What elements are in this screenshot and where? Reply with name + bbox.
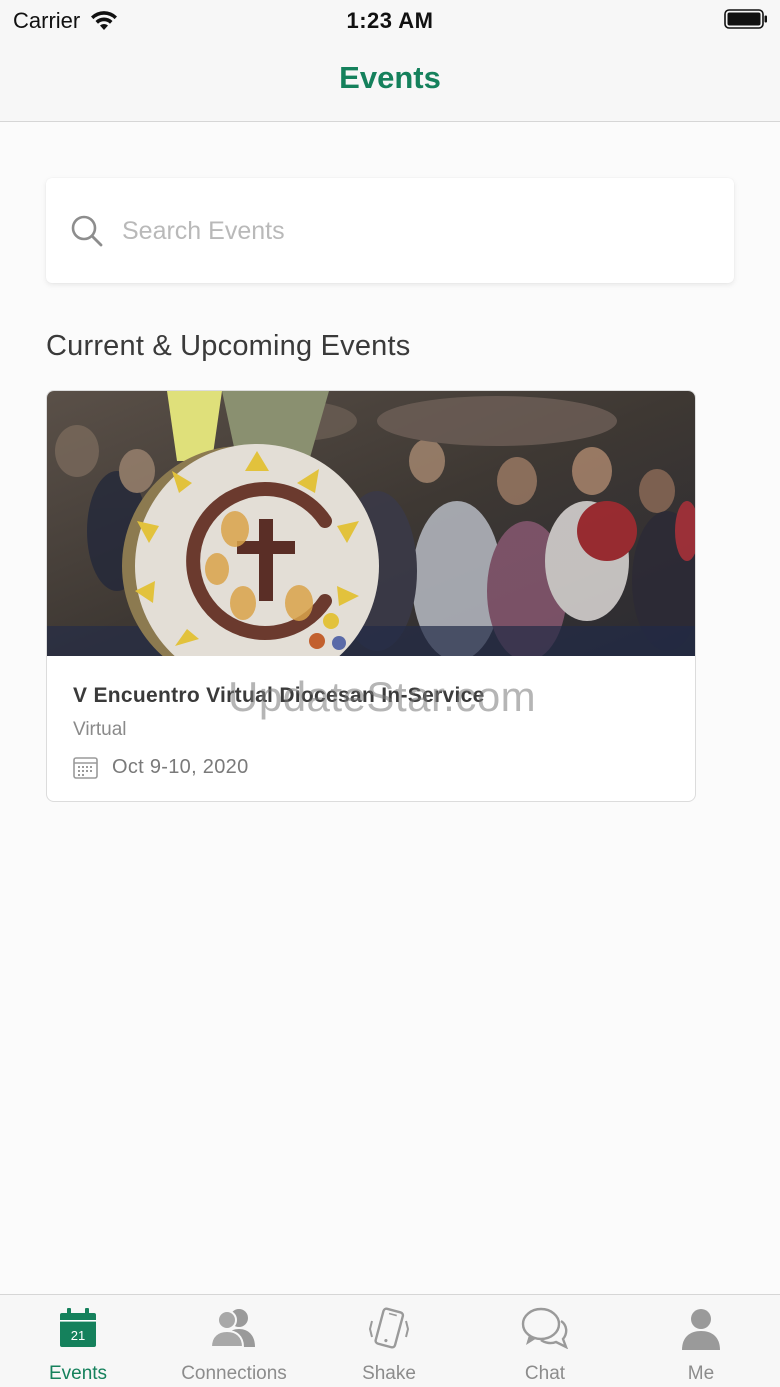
tab-label: Connections [181,1363,287,1384]
event-cover-image [47,391,695,656]
tab-label: Events [48,1363,108,1384]
status-bar: Carrier 1:23 AM [0,0,780,40]
calendar-icon: 21 [60,1308,96,1347]
event-title[interactable]: V Encuentro Virtual Diocesan In-Service [73,684,485,708]
chat-bubbles-icon [521,1307,569,1349]
tab-me[interactable]: Me [623,1295,779,1387]
tab-chat[interactable]: Chat [467,1295,623,1387]
search-bar[interactable] [46,178,734,283]
section-title: Current & Upcoming Events [46,330,411,362]
tab-label: Chat [524,1363,566,1384]
tab-label: Shake [362,1363,416,1384]
people-icon [209,1309,255,1348]
search-input[interactable] [122,206,702,256]
tab-events[interactable]: 21 Events [0,1295,156,1387]
page-title: Events [339,60,441,95]
event-card[interactable]: V Encuentro Virtual Diocesan In-Service … [46,390,696,802]
tab-bar: 21 Events Connections Shake Chat Me [0,1294,780,1387]
clock: 1:23 AM [346,8,434,33]
event-date-row: Oct 9-10, 2020 [73,755,249,779]
tab-label: Me [687,1363,715,1384]
search-icon [71,215,103,247]
person-icon [682,1309,720,1350]
calendar-icon [73,757,98,779]
tab-connections[interactable]: Connections [156,1295,312,1387]
shake-phone-icon [368,1307,410,1349]
tab-shake[interactable]: Shake [311,1295,467,1387]
battery-icon [724,9,768,35]
calendar-day: 21 [71,1328,85,1343]
event-date: Oct 9-10, 2020 [112,755,249,778]
navigation-bar: Events [0,40,780,122]
event-location: Virtual [73,719,127,740]
